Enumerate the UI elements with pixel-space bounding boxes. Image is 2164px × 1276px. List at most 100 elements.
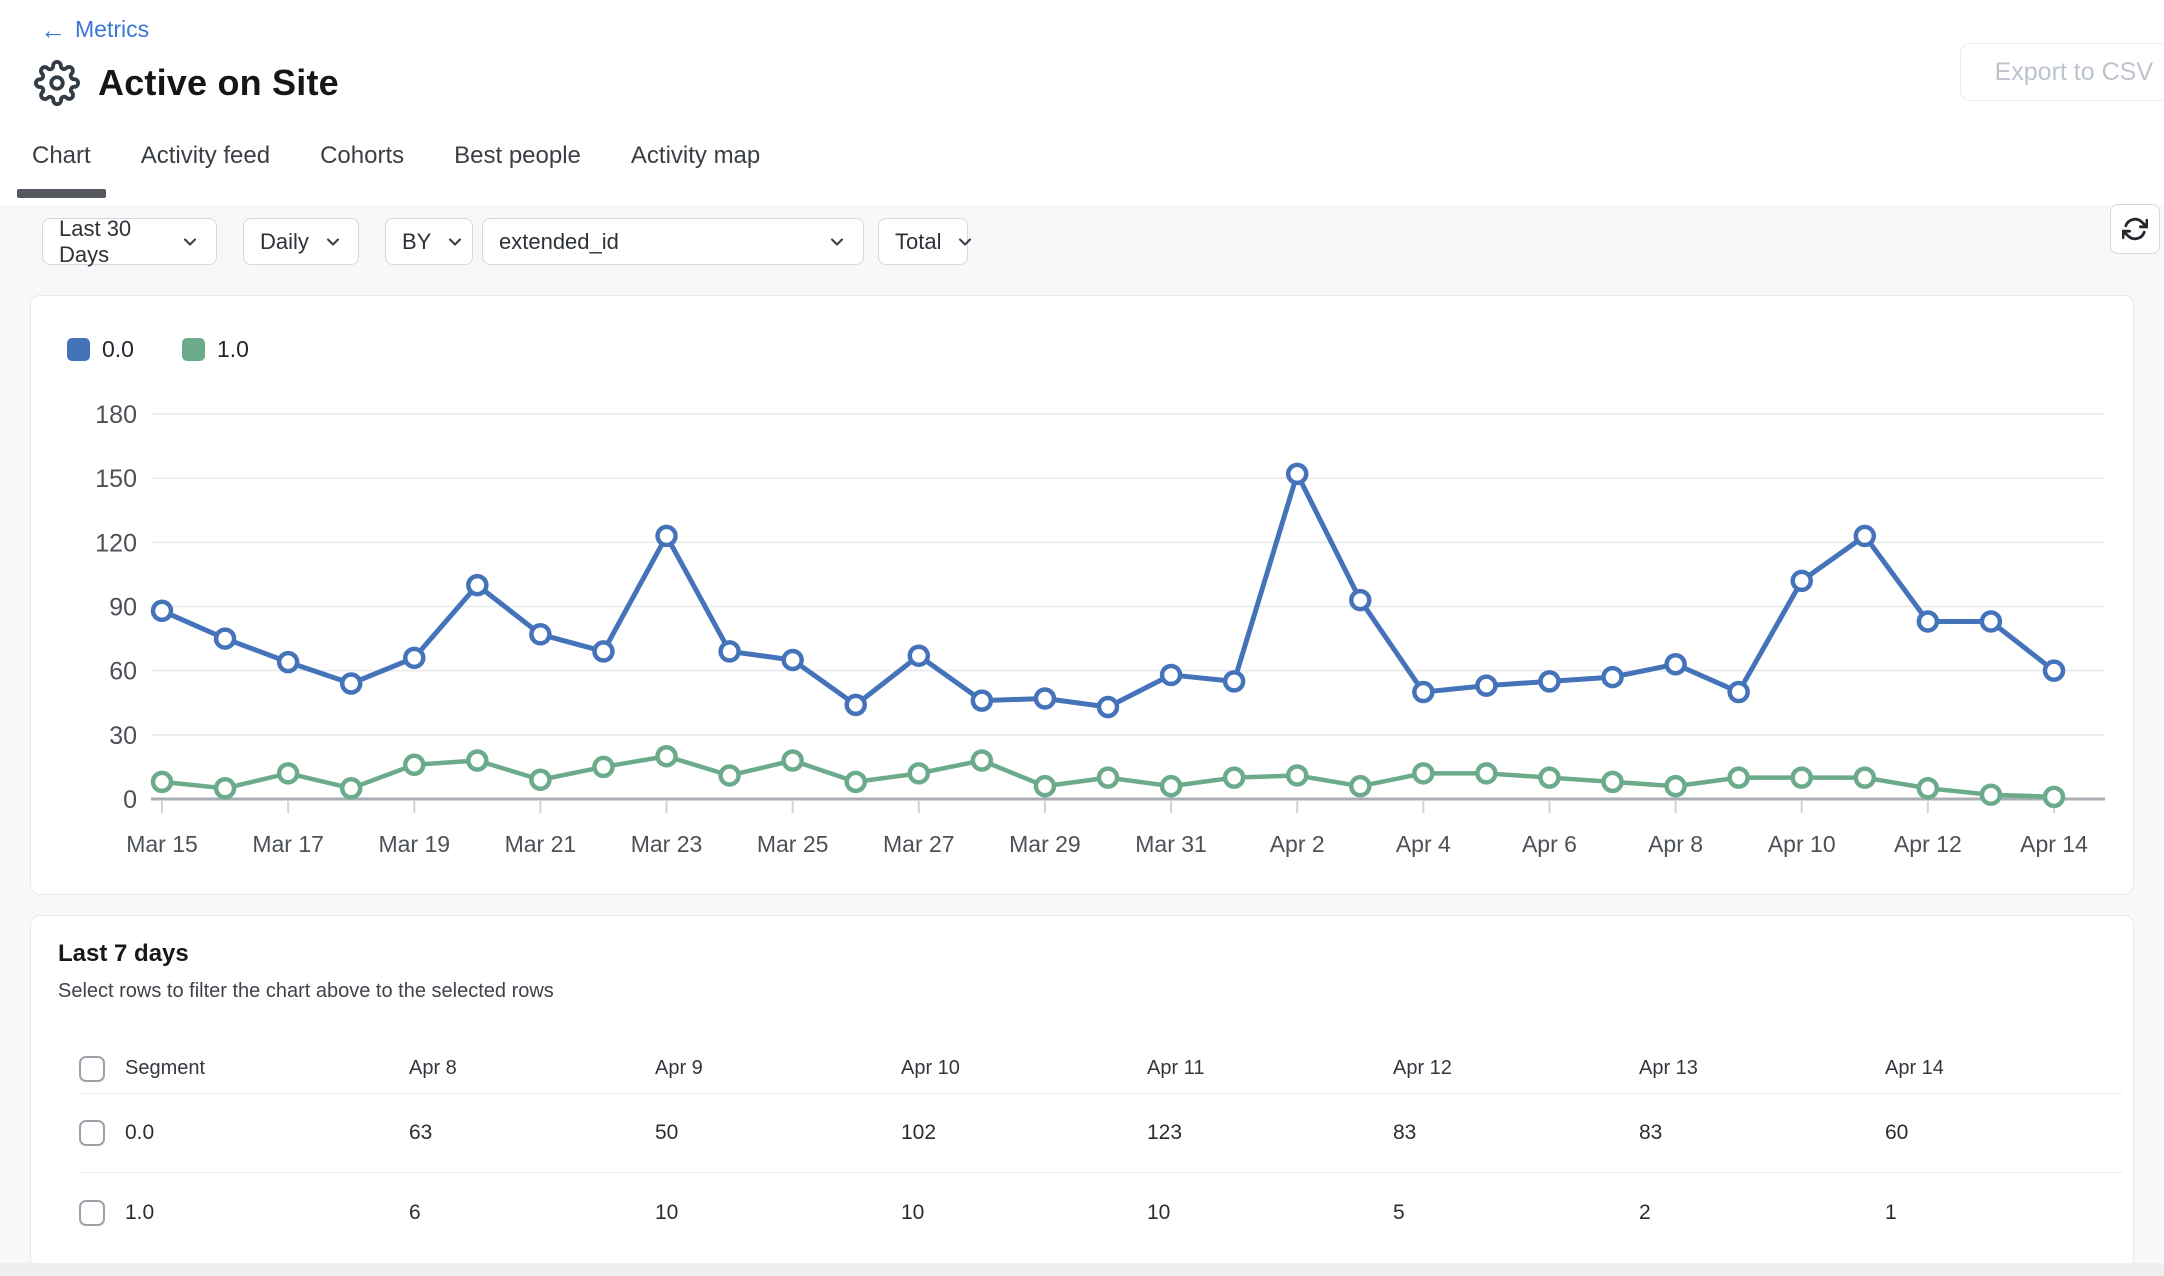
cell-segment: 0.0 (125, 1121, 409, 1145)
cell-value: 10 (901, 1201, 1147, 1225)
chevron-down-icon (180, 232, 200, 252)
table-subtitle: Select rows to filter the chart above to… (58, 980, 554, 1003)
svg-text:Apr 8: Apr 8 (1648, 831, 1703, 857)
cell-value: 102 (901, 1121, 1147, 1145)
chart-panel: 0.0 1.0 0 30 60 90 120 150 180 Mar 15 Mar 17 Mar … (30, 295, 2134, 895)
legend-label: 0.0 (102, 336, 134, 363)
cell-value: 83 (1393, 1121, 1639, 1145)
cell-value: 10 (655, 1201, 901, 1225)
chart-legend: 0.0 1.0 (67, 336, 249, 363)
svg-text:Apr 10: Apr 10 (1768, 831, 1836, 857)
column-header-date: Apr 11 (1147, 1057, 1393, 1080)
svg-text:Mar 27: Mar 27 (883, 831, 955, 857)
chevron-down-icon (323, 232, 343, 252)
svg-text:Apr 14: Apr 14 (2020, 831, 2088, 857)
table-row[interactable]: 1.06101010521 (79, 1173, 2123, 1252)
cell-value: 50 (655, 1121, 901, 1145)
chevron-down-icon (955, 232, 975, 252)
svg-text:60: 60 (109, 658, 137, 686)
tab-activity-feed[interactable]: Activity feed (139, 142, 272, 198)
svg-text:Mar 29: Mar 29 (1009, 831, 1081, 857)
tab-bar: Chart Activity feed Cohorts Best people … (30, 142, 762, 198)
footer-strip (0, 1263, 2164, 1276)
column-header-date: Apr 12 (1393, 1057, 1639, 1080)
row-checkbox[interactable] (79, 1200, 105, 1226)
cell-value: 123 (1147, 1121, 1393, 1145)
tab-cohorts[interactable]: Cohorts (318, 142, 406, 198)
date-range-dropdown[interactable]: Last 30 Days (42, 218, 217, 265)
breakdown-property-dropdown[interactable]: extended_id (482, 218, 864, 265)
svg-text:Mar 19: Mar 19 (378, 831, 450, 857)
column-header-date: Apr 14 (1885, 1057, 2131, 1080)
table-header-row: SegmentApr 8Apr 9Apr 10Apr 11Apr 12Apr 1… (79, 1044, 2123, 1094)
row-checkbox-cell (79, 1120, 125, 1146)
back-to-metrics-link[interactable]: ← Metrics (40, 16, 149, 43)
segments-table: SegmentApr 8Apr 9Apr 10Apr 11Apr 12Apr 1… (79, 1044, 2123, 1252)
title-row: Active on Site (34, 60, 339, 106)
column-header-date: Apr 13 (1639, 1057, 1885, 1080)
svg-text:30: 30 (109, 722, 137, 750)
svg-text:Mar 17: Mar 17 (252, 831, 324, 857)
cell-value: 5 (1393, 1201, 1639, 1225)
svg-text:Mar 31: Mar 31 (1135, 831, 1207, 857)
column-header-date: Apr 8 (409, 1057, 655, 1080)
cell-value: 63 (409, 1121, 655, 1145)
page-title: Active on Site (98, 62, 339, 104)
segments-table-panel: Last 7 days Select rows to filter the ch… (30, 915, 2134, 1268)
legend-item-1[interactable]: 1.0 (182, 336, 249, 363)
cell-segment: 1.0 (125, 1201, 409, 1225)
chevron-down-icon (827, 232, 847, 252)
export-csv-button[interactable]: Export to CSV (1960, 43, 2164, 101)
svg-text:Mar 23: Mar 23 (631, 831, 703, 857)
cell-value: 83 (1639, 1121, 1885, 1145)
column-header-date: Apr 10 (901, 1057, 1147, 1080)
svg-text:Mar 15: Mar 15 (126, 831, 198, 857)
row-checkbox[interactable] (79, 1120, 105, 1146)
legend-swatch (182, 338, 205, 361)
legend-item-0[interactable]: 0.0 (67, 336, 134, 363)
aggregation-dropdown[interactable]: Total (878, 218, 968, 265)
svg-text:0: 0 (123, 786, 137, 814)
legend-label: 1.0 (217, 336, 249, 363)
column-header-date: Apr 9 (655, 1057, 901, 1080)
by-dropdown[interactable]: BY (385, 218, 473, 265)
svg-text:150: 150 (95, 465, 137, 493)
svg-text:Apr 4: Apr 4 (1396, 831, 1451, 857)
cell-value: 60 (1885, 1121, 2131, 1145)
svg-text:Apr 6: Apr 6 (1522, 831, 1577, 857)
tab-chart[interactable]: Chart (30, 142, 93, 198)
svg-text:90: 90 (109, 594, 137, 622)
table-row[interactable]: 0.06350102123838360 (79, 1094, 2123, 1173)
cell-value: 1 (1885, 1201, 2131, 1225)
row-checkbox-cell (79, 1056, 125, 1082)
svg-text:Mar 25: Mar 25 (757, 831, 829, 857)
refresh-icon (2122, 216, 2148, 242)
active-tab-underline (17, 189, 106, 198)
chevron-down-icon (445, 232, 465, 252)
tab-best-people[interactable]: Best people (452, 142, 583, 198)
back-arrow-icon: ← (40, 17, 66, 43)
metrics-page: ← Metrics Export to CSV Active on Site C… (0, 0, 2164, 1276)
content-area: Last 30 Days Daily BY extended_id Total (0, 205, 2164, 1263)
tab-activity-map[interactable]: Activity map (629, 142, 762, 198)
svg-text:120: 120 (95, 529, 137, 557)
svg-text:Apr 2: Apr 2 (1270, 831, 1325, 857)
granularity-dropdown[interactable]: Daily (243, 218, 359, 265)
cell-value: 10 (1147, 1201, 1393, 1225)
cell-value: 2 (1639, 1201, 1885, 1225)
column-header-segment: Segment (125, 1057, 409, 1080)
svg-text:180: 180 (95, 401, 137, 429)
cell-value: 6 (409, 1201, 655, 1225)
page-header: ← Metrics Export to CSV Active on Site C… (0, 0, 2164, 205)
svg-text:Apr 12: Apr 12 (1894, 831, 1962, 857)
legend-swatch (67, 338, 90, 361)
filter-bar: Last 30 Days Daily BY extended_id Total (42, 218, 968, 265)
gear-icon (34, 60, 80, 106)
table-title: Last 7 days (58, 940, 189, 968)
svg-text:Mar 21: Mar 21 (505, 831, 577, 857)
row-checkbox-cell (79, 1200, 125, 1226)
back-link-label: Metrics (75, 16, 149, 43)
refresh-button[interactable] (2110, 204, 2160, 254)
row-checkbox[interactable] (79, 1056, 105, 1082)
chart-svg: 0 30 60 90 120 150 180 Mar 15 Mar 17 Mar 19 Mar 21… (31, 296, 2132, 893)
